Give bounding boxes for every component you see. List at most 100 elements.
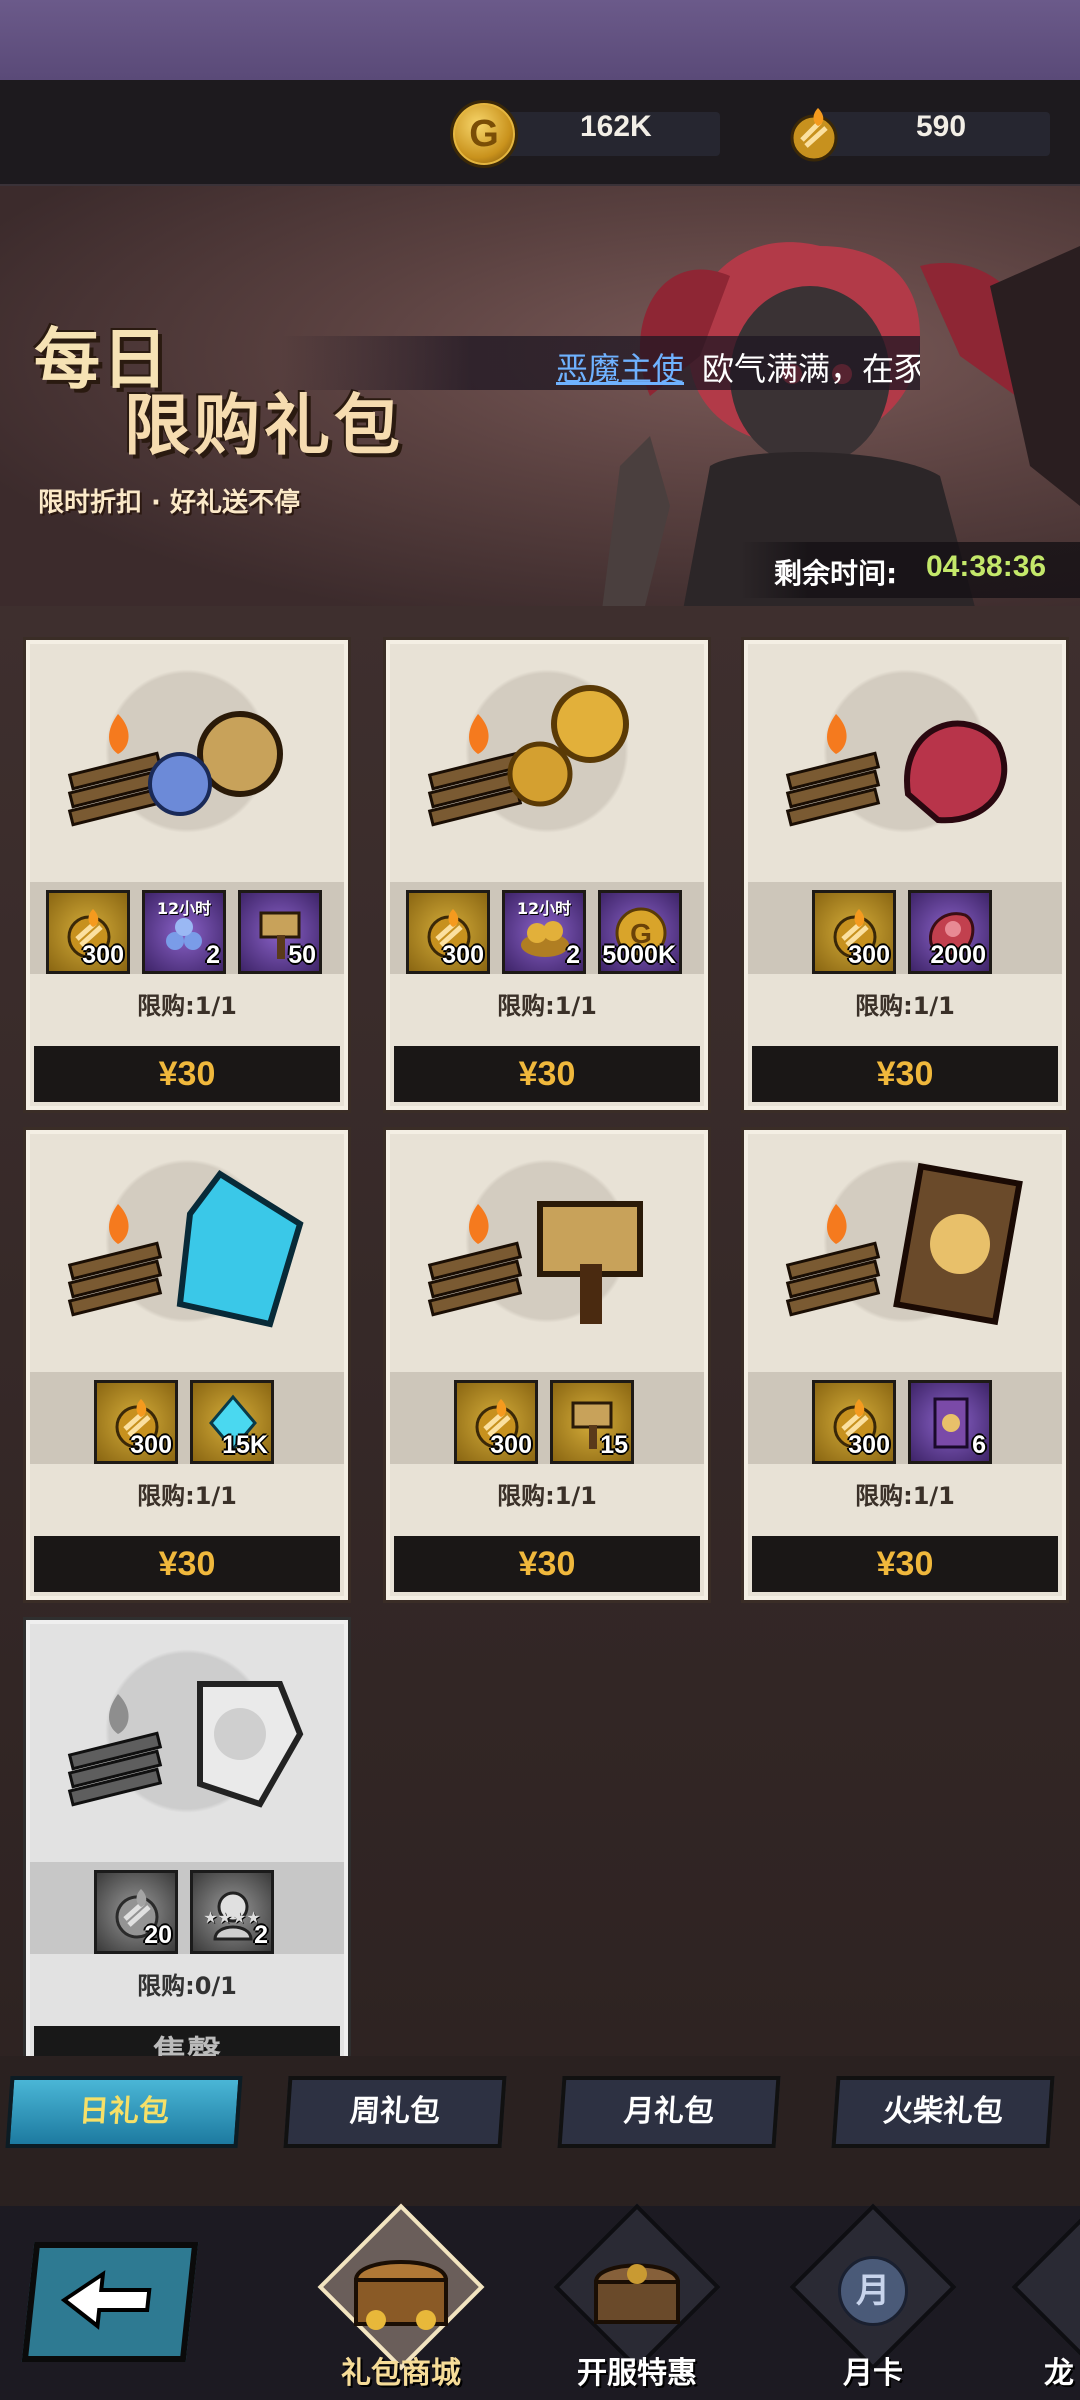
match-bundle-art [67, 1694, 163, 1807]
match-bundle-art [67, 1204, 163, 1317]
resource-bar: G 162K 590 [0, 80, 1080, 186]
timer-value: 04:38:36 [926, 550, 1047, 583]
match-fire-icon[interactable]: 300 [454, 1380, 538, 1464]
banner-title: 每日 限购礼包 [34, 306, 454, 496]
bottom-nav: 礼包商城 开服特惠 月 月卡 龙 [0, 2203, 1080, 2400]
pack-art [67, 1681, 304, 1808]
match-fire-icon[interactable]: 300 [812, 1380, 896, 1464]
pack-art [67, 1169, 304, 1328]
purchase-limit: 限购:1/1 [497, 1482, 597, 1510]
pack-art [67, 711, 283, 827]
purchase-limit: 限购:1/1 [497, 992, 597, 1020]
match-bundle-art [785, 1204, 881, 1317]
pack-card[interactable]: 300 2000 限购:1/1 ¥30 [741, 637, 1069, 1113]
item-count: 300 [442, 941, 484, 969]
item-duration-tag: 12小时 [156, 899, 212, 918]
gold-pile-icon[interactable]: 12小时 2 [502, 890, 586, 974]
tab-weekly[interactable]: 周礼包 [283, 2076, 507, 2148]
nav-dragon[interactable]: 龙 [1010, 2216, 1080, 2400]
match-bundle-art [427, 1204, 523, 1317]
banner-subtitle: 限时折扣 · 好礼送不停 [38, 488, 300, 518]
buy-button[interactable]: ¥30 [752, 1536, 1058, 1592]
item-count: 2 [254, 1921, 268, 1949]
treasure-chest-art [353, 2260, 449, 2330]
pack-card[interactable]: 20 ★★★★ 2 限购:0/1 售罄 [23, 1617, 351, 2093]
match-bundle-art [427, 714, 523, 827]
back-arrow-icon [60, 2270, 152, 2330]
pack-items: 300 15 [390, 1372, 704, 1464]
pack-illustration [30, 1134, 344, 1372]
match-fire-icon[interactable]: 300 [812, 890, 896, 974]
nav-label: 礼包商城 [341, 2356, 461, 2391]
nav-gift-shop[interactable]: 礼包商城 [316, 2203, 486, 2400]
tab-monthly[interactable]: 月礼包 [557, 2076, 781, 2148]
nav-opening-deals[interactable]: 开服特惠 [552, 2203, 722, 2400]
month-glyph: 月 [838, 2256, 908, 2326]
pack-card[interactable]: 300 15 限购:1/1 ¥30 [383, 1127, 711, 1603]
pack-illustration [748, 644, 1062, 882]
blue-orbs-icon[interactable]: 12小时 2 [142, 890, 226, 974]
pack-art [427, 685, 629, 827]
buy-button[interactable]: ¥30 [752, 1046, 1058, 1102]
pack-items: 300 12小时 2 50 [30, 882, 344, 974]
buy-button[interactable]: ¥30 [34, 1046, 340, 1102]
tab-match[interactable]: 火柴礼包 [831, 2076, 1055, 2148]
gold-coin-icon: G [450, 100, 518, 168]
match-fire-icon[interactable]: 300 [94, 1380, 178, 1464]
pack-art [785, 1162, 1023, 1326]
hammer-icon[interactable]: 50 [238, 890, 322, 974]
item-count: 50 [288, 941, 316, 969]
item-count: 2 [206, 941, 220, 969]
nav-label: 开服特惠 [577, 2356, 697, 2391]
pack-card[interactable]: 300 12小时 2 50 限购:1/1 ¥30 [23, 637, 351, 1113]
item-count: 5000K [602, 941, 676, 969]
pack-illustration [390, 644, 704, 882]
gold-resource[interactable]: G 162K [450, 100, 720, 168]
pack-items: 300 2000 [748, 882, 1062, 974]
timer-label: 剩余时间: [774, 557, 898, 590]
item-duration-tag: 12小时 [516, 899, 572, 918]
item-count: 300 [490, 1431, 532, 1459]
item-count: 2 [566, 941, 580, 969]
hammer-icon[interactable]: 15 [550, 1380, 634, 1464]
match-fire-icon[interactable]: 300 [46, 890, 130, 974]
match-resource[interactable]: 590 [780, 104, 1070, 162]
nav-label: 月卡 [843, 2356, 903, 2391]
match-fire-icon[interactable]: 300 [406, 890, 490, 974]
item-count: 6 [972, 1431, 986, 1459]
pack-card[interactable]: 300 15K 限购:1/1 ¥30 [23, 1127, 351, 1603]
buy-button[interactable]: ¥30 [394, 1046, 700, 1102]
blue-crystal-icon[interactable]: 15K [190, 1380, 274, 1464]
pack-art [427, 1201, 643, 1324]
hero-shard-icon[interactable]: ★★★★ 2 [190, 1870, 274, 1954]
pack-card[interactable]: 300 12小时 2 G 5000K 限购:1/1 ¥30 [383, 637, 711, 1113]
purchase-limit: 限购:1/1 [137, 1482, 237, 1510]
gold-value: 162K [580, 110, 652, 143]
buy-button[interactable]: ¥30 [34, 1536, 340, 1592]
item-count: 15 [600, 1431, 628, 1459]
pack-art [785, 714, 1008, 827]
match-bundle-art [67, 714, 163, 827]
pack-illustration [390, 1134, 704, 1372]
purchase-limit: 限购:1/1 [137, 992, 237, 1020]
red-meat-icon[interactable]: 2000 [908, 890, 992, 974]
pack-card[interactable]: 300 6 限购:1/1 ¥30 [741, 1127, 1069, 1603]
buy-button[interactable]: ¥30 [394, 1536, 700, 1592]
gold-coin-icon[interactable]: G 5000K [598, 890, 682, 974]
back-button[interactable] [21, 2242, 199, 2362]
nav-month-card[interactable]: 月 月卡 [788, 2203, 958, 2400]
match-fire-icon[interactable]: 20 [94, 1870, 178, 1954]
purchase-limit: 限购:1/1 [855, 992, 955, 1020]
status-band [0, 0, 1080, 80]
tab-daily[interactable]: 日礼包 [5, 2076, 243, 2148]
daily-pack-banner: 每日 限购礼包 限时折扣 · 好礼送不停 恶魔主使 欧气满满，在豕 剩余时间: … [0, 186, 1080, 606]
match-value: 590 [916, 110, 967, 143]
item-count: 300 [848, 941, 890, 969]
marquee-player-link[interactable]: 恶魔主使 [556, 344, 684, 390]
purchase-limit: 限购:0/1 [137, 1972, 237, 2000]
match-bundle-art [785, 714, 881, 827]
item-count: 2000 [930, 941, 986, 969]
skill-card-icon[interactable]: 6 [908, 1380, 992, 1464]
item-count: 20 [144, 1921, 172, 1949]
item-count: 300 [82, 941, 124, 969]
